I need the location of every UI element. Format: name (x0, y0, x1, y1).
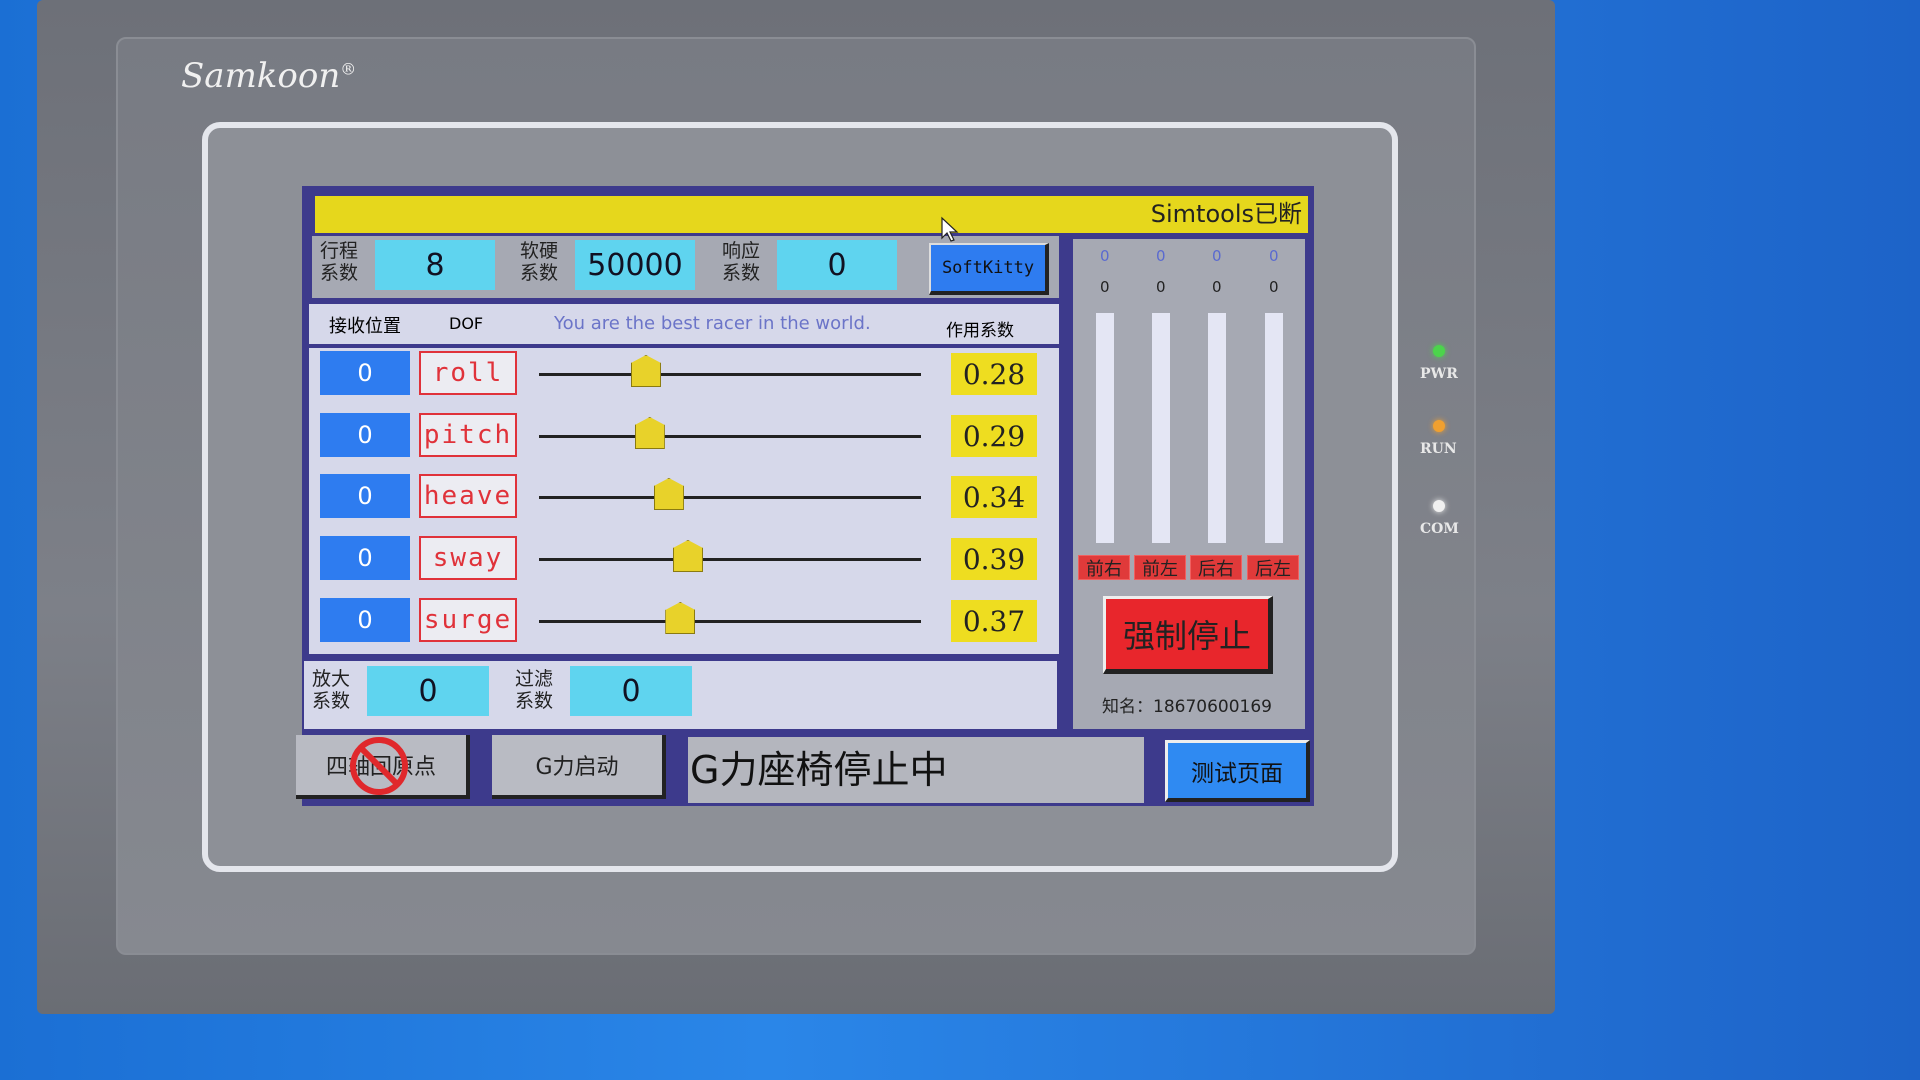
position-value: 0 (320, 351, 410, 395)
param-label-line1: 软硬 (520, 240, 559, 262)
axis-label: 前右 (1078, 555, 1130, 580)
coef-value[interactable]: 0.39 (951, 538, 1037, 580)
param-label-line2: 系数 (722, 262, 761, 284)
slogan: You are the best racer in the world. (554, 313, 871, 334)
coef-value[interactable]: 0.28 (951, 353, 1037, 395)
position-value: 0 (320, 536, 410, 580)
param-label-line1: 行程 (320, 240, 359, 262)
col-coef: 作用系数 (946, 321, 1014, 341)
axis-bar (1208, 313, 1226, 543)
dof-label: surge (419, 598, 517, 642)
test-page-button[interactable]: 测试页面 (1165, 740, 1310, 802)
param-input[interactable]: 50000 (575, 240, 695, 290)
col-dof: DOF (449, 314, 484, 333)
home-axes-button[interactable]: 四轴回原点 (296, 735, 470, 799)
param-input[interactable]: 0 (367, 666, 489, 716)
led-com-label: COM (1420, 521, 1459, 537)
param-input[interactable]: 8 (375, 240, 495, 290)
dof-label: pitch (419, 413, 517, 457)
param-label: 行程 系数 (320, 240, 364, 284)
slider-track[interactable] (539, 620, 921, 623)
slider-track[interactable] (539, 373, 921, 376)
position-value: 0 (320, 413, 410, 457)
param-label-line2: 系数 (520, 262, 559, 284)
param-input[interactable]: 0 (777, 240, 897, 290)
axis-value: 0 (1269, 278, 1279, 296)
param-label-line1: 过滤 (515, 668, 554, 690)
position-value: 0 (320, 474, 410, 518)
contact-text: 知名：18670600169 (1102, 697, 1272, 717)
led-com-icon (1433, 500, 1445, 512)
slider-track[interactable] (539, 435, 921, 438)
prohibited-icon (350, 737, 408, 795)
param-label: 软硬 系数 (520, 240, 564, 284)
slider-track[interactable] (539, 558, 921, 561)
led-pwr-icon (1433, 345, 1445, 357)
axis-bar (1265, 313, 1283, 543)
position-value: 0 (320, 598, 410, 642)
coef-value[interactable]: 0.29 (951, 415, 1037, 457)
led-run-label: RUN (1420, 441, 1457, 457)
param-label: 过滤 系数 (515, 668, 559, 712)
param-label-line1: 响应 (722, 240, 761, 262)
samkoon-logo: Samkoon® (181, 56, 356, 96)
registered-mark: ® (340, 59, 357, 79)
dof-label: roll (419, 351, 517, 395)
axis-target: 0 (1100, 247, 1110, 265)
param-label: 响应 系数 (722, 240, 766, 284)
axis-bar (1152, 313, 1170, 543)
axis-value: 0 (1156, 278, 1166, 296)
axis-target: 0 (1269, 247, 1279, 265)
brand-text: Samkoon (181, 56, 341, 96)
slider-track[interactable] (539, 496, 921, 499)
force-stop-button[interactable]: 强制停止 (1103, 596, 1273, 674)
dof-label: sway (419, 536, 517, 580)
dof-label: heave (419, 474, 517, 518)
axis-label: 后左 (1247, 555, 1299, 580)
coef-value[interactable]: 0.34 (951, 476, 1037, 518)
axis-label: 前左 (1134, 555, 1186, 580)
param-label: 放大 系数 (312, 668, 356, 712)
led-run-icon (1433, 420, 1445, 432)
axis-target: 0 (1156, 247, 1166, 265)
axis-label: 后右 (1190, 555, 1242, 580)
status-bar: Simtools已断 (315, 196, 1308, 233)
param-label-line2: 系数 (312, 690, 351, 712)
axis-value: 0 (1212, 278, 1222, 296)
coef-value[interactable]: 0.37 (951, 600, 1037, 642)
g-start-button[interactable]: G力启动 (492, 735, 666, 799)
axis-target: 0 (1212, 247, 1222, 265)
softkitty-button[interactable]: SoftKitty (929, 243, 1049, 295)
axis-bar (1096, 313, 1114, 543)
seat-status: G力座椅停止中 (688, 737, 1144, 803)
param-label-line1: 放大 (312, 668, 351, 690)
col-position: 接收位置 (329, 316, 401, 337)
table-header: 接收位置 DOF You are the best racer in the w… (309, 304, 1059, 344)
param-input[interactable]: 0 (570, 666, 692, 716)
axis-value: 0 (1100, 278, 1110, 296)
param-label-line2: 系数 (515, 690, 554, 712)
led-pwr-label: PWR (1420, 366, 1458, 382)
mouse-cursor-icon (941, 216, 959, 242)
param-label-line2: 系数 (320, 262, 359, 284)
